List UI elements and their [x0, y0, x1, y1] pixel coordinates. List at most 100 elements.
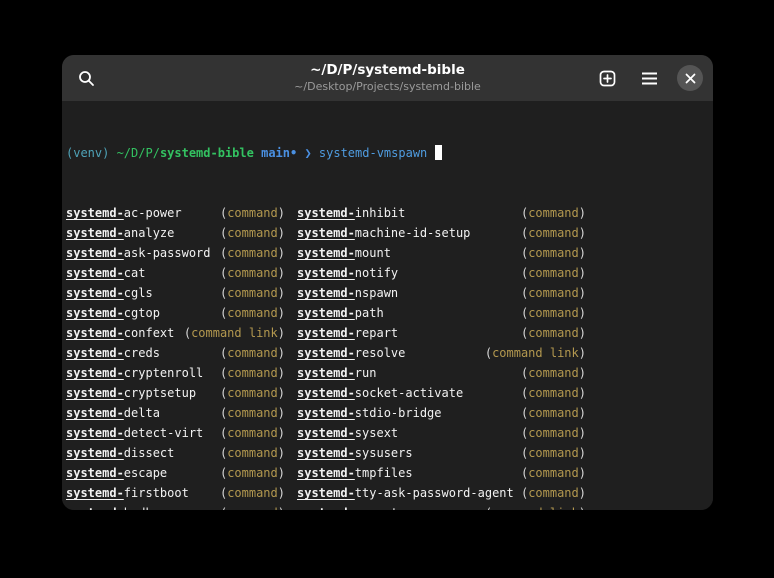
completion-desc: (command link) [184, 323, 285, 343]
desc-paren-close: ) [579, 506, 586, 510]
completion-name-prefix: systemd- [66, 366, 124, 380]
completion-name-prefix: systemd- [66, 446, 124, 460]
desc-paren-close: ) [579, 306, 586, 320]
hamburger-menu-icon [641, 72, 658, 85]
terminal-window: ~/D/P/systemd-bible ~/Desktop/Projects/s… [62, 55, 713, 510]
desc-kind: command [528, 446, 579, 460]
completion-name-prefix: systemd- [66, 506, 124, 510]
completion-name-rest: socket-activate [355, 386, 463, 400]
desc-paren-close: ) [579, 246, 586, 260]
completion-desc: (command) [220, 203, 285, 223]
desc-kind: command link [492, 346, 579, 360]
desc-kind: command [227, 486, 278, 500]
completion-name-prefix: systemd- [66, 246, 124, 260]
completion-name: systemd-mount [297, 243, 391, 263]
desc-kind: command [528, 246, 579, 260]
desc-kind: command [227, 286, 278, 300]
completion-item: systemd-mount(command) [297, 243, 586, 263]
completion-name-rest: cgls [124, 286, 153, 300]
completion-desc: (command) [220, 283, 285, 303]
completion-name-rest: firstboot [124, 486, 189, 500]
desc-paren-close: ) [579, 286, 586, 300]
completion-name-prefix: systemd- [297, 466, 355, 480]
desc-paren-close: ) [579, 226, 586, 240]
completion-desc: (command) [220, 423, 285, 443]
menu-button[interactable] [635, 64, 663, 92]
desc-paren-close: ) [579, 386, 586, 400]
desc-kind: command [227, 306, 278, 320]
completion-desc: (command) [521, 283, 586, 303]
completion-name-prefix: systemd- [66, 386, 124, 400]
desc-paren-close: ) [278, 346, 285, 360]
completion-name-prefix: systemd- [297, 206, 355, 220]
completion-name: systemd-inhibit [297, 203, 405, 223]
completion-name-rest: analyze [124, 226, 175, 240]
terminal-content[interactable]: (venv) ~/D/P/systemd-bible main• ❯ syste… [62, 101, 713, 510]
desc-kind: command [528, 486, 579, 500]
close-button[interactable] [677, 65, 703, 91]
completion-name-rest: dissect [124, 446, 175, 460]
completion-name: systemd-stdio-bridge [297, 403, 442, 423]
desc-paren-close: ) [278, 246, 285, 260]
completion-name: systemd-machine-id-setup [297, 223, 470, 243]
completion-name-prefix: systemd- [297, 366, 355, 380]
completion-item: systemd-tty-ask-password-agent(command) [297, 483, 586, 503]
completion-name: systemd-firstboot [66, 483, 189, 503]
completion-item: systemd-socket-activate(command) [297, 383, 586, 403]
completion-desc: (command) [220, 463, 285, 483]
completion-name: systemd-cgls [66, 283, 153, 303]
desc-paren-close: ) [278, 506, 285, 510]
completion-name-rest: cryptenroll [124, 366, 203, 380]
desc-paren-close: ) [278, 446, 285, 460]
completion-name-rest: tmpfiles [355, 466, 413, 480]
completion-name-prefix: systemd- [297, 486, 355, 500]
completion-desc: (command) [220, 383, 285, 403]
desktop-background: { "window": { "title": "~/D/P/systemd-bi… [0, 0, 774, 578]
completion-desc: (command) [521, 403, 586, 423]
completion-item: systemd-ask-password(command) [66, 243, 285, 263]
desc-paren-close: ) [278, 386, 285, 400]
completion-name-prefix: systemd- [66, 206, 124, 220]
completion-name: systemd-socket-activate [297, 383, 463, 403]
search-icon [78, 70, 95, 87]
prompt-text: (venv) ~/D/P/systemd-bible main• ❯ syste… [66, 143, 435, 163]
completion-name-prefix: systemd- [66, 406, 124, 420]
completion-name-rest: machine-id-setup [355, 226, 471, 240]
desc-kind: command [227, 446, 278, 460]
completion-item: systemd-ac-power(command) [66, 203, 285, 223]
completion-desc: (command) [220, 343, 285, 363]
desc-paren-close: ) [579, 466, 586, 480]
completion-name-rest: umount [355, 506, 398, 510]
completion-name: systemd-confext [66, 323, 174, 343]
desc-paren-close: ) [579, 326, 586, 340]
completion-desc: (command) [521, 363, 586, 383]
completion-item: systemd-notify(command) [297, 263, 586, 283]
desc-kind: command [227, 246, 278, 260]
completion-name-prefix: systemd- [66, 286, 124, 300]
completion-name-rest: ask-password [124, 246, 211, 260]
completion-item: systemd-stdio-bridge (command) [297, 403, 586, 423]
completion-name: systemd-tty-ask-password-agent [297, 483, 514, 503]
window-title: ~/D/P/systemd-bible [294, 62, 481, 79]
desc-paren-close: ) [278, 466, 285, 480]
completion-item: systemd-firstboot(command) [66, 483, 285, 503]
desc-kind: command [528, 386, 579, 400]
completion-name-prefix: systemd- [297, 346, 355, 360]
desc-paren-close: ) [579, 406, 586, 420]
completion-item: systemd-detect-virt(command) [66, 423, 285, 443]
completion-name-prefix: systemd- [297, 246, 355, 260]
completion-desc: (command) [521, 423, 586, 443]
new-tab-button[interactable] [593, 64, 621, 92]
desc-paren-close: ) [579, 426, 586, 440]
desc-kind: command [227, 206, 278, 220]
completion-item: systemd-tmpfiles(command) [297, 463, 586, 483]
completion-name-rest: escape [124, 466, 167, 480]
completion-name-prefix: systemd- [297, 306, 355, 320]
prompt-segment: systemd-bible [160, 146, 261, 160]
desc-paren-close: ) [278, 306, 285, 320]
completion-item: systemd-analyze(command) [66, 223, 285, 243]
completion-name: systemd-delta [66, 403, 160, 423]
completion-desc: (command) [521, 223, 586, 243]
search-button[interactable] [72, 64, 100, 92]
completion-name: systemd-escape [66, 463, 167, 483]
